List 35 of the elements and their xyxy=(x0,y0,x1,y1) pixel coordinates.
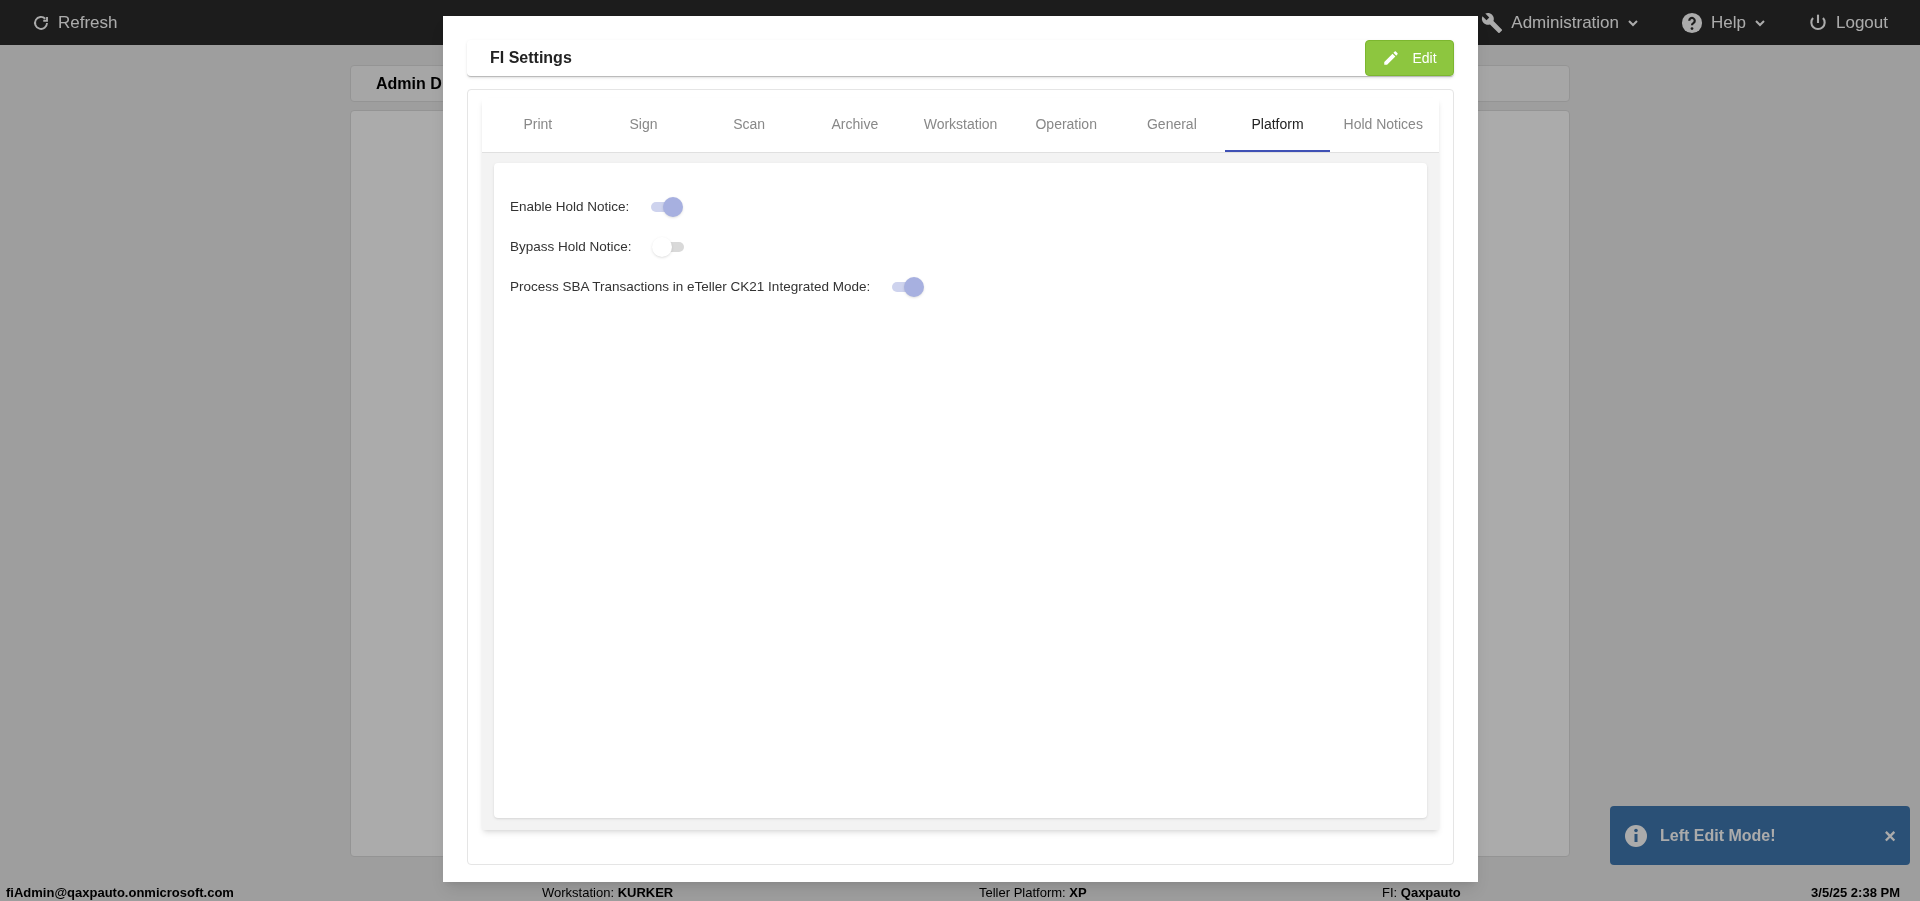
tab[interactable]: Workstation xyxy=(907,98,1014,152)
tab[interactable]: Archive xyxy=(802,98,908,152)
tab[interactable]: Operation xyxy=(1013,98,1120,152)
toggle-switch[interactable] xyxy=(651,237,686,257)
status-field: FI: Qaxpauto xyxy=(1382,885,1782,900)
setting-label: Bypass Hold Notice: xyxy=(510,237,632,256)
tab[interactable]: Print xyxy=(485,98,591,152)
close-button[interactable]: × xyxy=(1884,825,1896,846)
edit-button[interactable]: Edit xyxy=(1365,40,1454,76)
setting-label: Enable Hold Notice: xyxy=(510,197,630,216)
refresh-button[interactable]: Refresh xyxy=(32,9,118,36)
menu-button[interactable]: Help xyxy=(1681,9,1766,36)
toast-message: Left Edit Mode! xyxy=(1660,825,1777,846)
toggle-switch[interactable] xyxy=(649,197,684,217)
pencil-icon xyxy=(1382,49,1401,67)
dialog-title: FI Settings xyxy=(490,48,572,68)
card-title: Admin D xyxy=(376,73,442,94)
toggle-switch[interactable] xyxy=(890,277,925,297)
status-field: Workstation: KURKER xyxy=(542,885,979,900)
tab[interactable]: General xyxy=(1119,98,1225,152)
wrench-icon xyxy=(1481,11,1504,34)
power-icon xyxy=(1808,12,1828,33)
setting-label: Process SBA Transactions in eTeller CK21 Integrated Mode: xyxy=(510,277,871,296)
menu-button[interactable]: Logout xyxy=(1808,9,1888,36)
tab[interactable]: Sign xyxy=(590,98,697,152)
tab[interactable]: Hold Notices xyxy=(1330,98,1437,152)
status-field: Teller Platform: XP xyxy=(979,885,1382,900)
info-icon xyxy=(1624,823,1648,848)
tab[interactable]: Scan xyxy=(696,98,802,152)
refresh-icon xyxy=(32,13,50,32)
menu-button[interactable]: Administration xyxy=(1481,9,1640,36)
date-time: 3/5/25 2:38 PM xyxy=(1811,885,1900,900)
tab[interactable]: Platform xyxy=(1224,98,1331,152)
help-icon xyxy=(1681,11,1704,34)
user-email: fiAdmin@qaxpauto.onmicrosoft.com xyxy=(6,885,235,900)
